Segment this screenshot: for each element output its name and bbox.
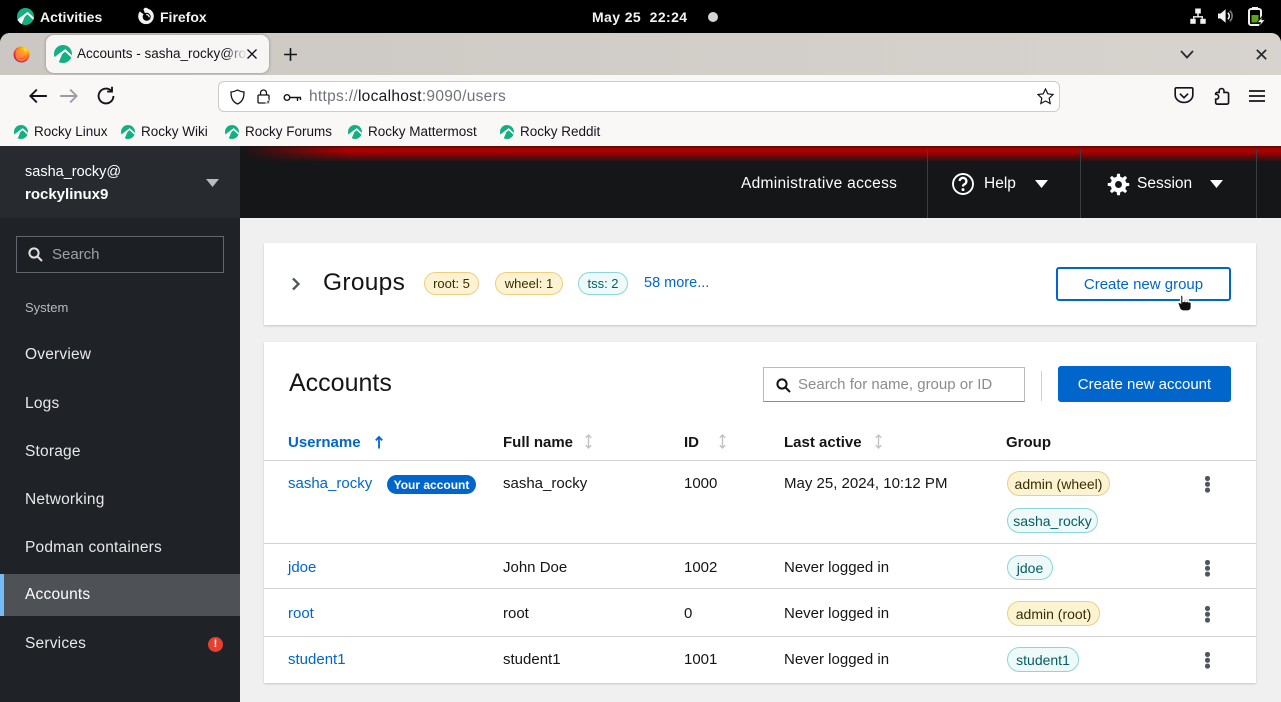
svg-text:!: ! bbox=[267, 100, 268, 104]
